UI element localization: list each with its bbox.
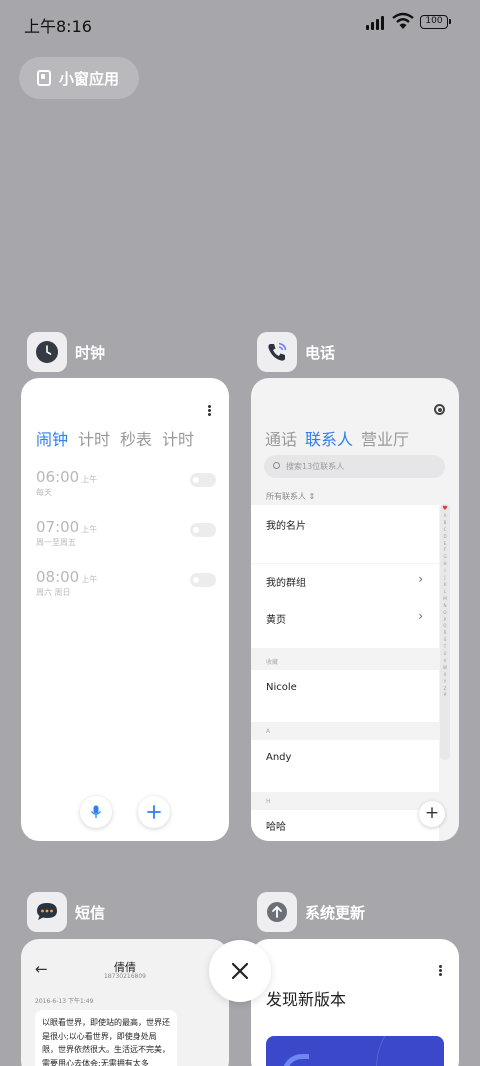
favorites-heart-icon: ♥	[442, 505, 448, 512]
message-timestamp: 2016-6-13 下午1:49	[35, 998, 94, 1005]
tab-calls[interactable]: 通话	[265, 426, 297, 450]
search-icon	[273, 462, 280, 469]
sms-app-icon	[27, 892, 67, 932]
alphabet-index-scrollbar[interactable]: ♥ A B C D E F G H I J K L M N O P Q R S …	[440, 504, 450, 760]
contact-name: 哈哈	[266, 822, 286, 833]
message-bubble: 以眼看世界，即使站的最高，世界还是很小;以心看世界，即使身处局限，世界依然很大。…	[35, 1010, 177, 1066]
contacts-filter[interactable]: 所有联系人 ⇕	[266, 491, 315, 502]
settings-gear-icon[interactable]	[434, 404, 445, 415]
section-letter-a: A	[266, 728, 271, 735]
version-banner-image	[266, 1036, 444, 1066]
alarm-ampm: 上午	[81, 575, 98, 584]
upload-arrow-icon	[267, 902, 287, 922]
wifi-icon	[392, 12, 414, 29]
tab-service-hall[interactable]: 营业厅	[361, 426, 409, 450]
search-placeholder: 搜索13位联系人	[286, 462, 345, 471]
groups-and-pages: 我的群组 › 黄页 ›	[251, 564, 439, 648]
phone-app-name: 电话	[305, 343, 336, 362]
voice-alarm-button[interactable]	[80, 796, 112, 828]
contacts-filter-label: 所有联系人	[266, 492, 306, 501]
phone-app-header[interactable]: 电话	[257, 332, 335, 372]
more-options-icon[interactable]	[208, 405, 211, 416]
sms-app-card[interactable]: ← 倩倩 18730216809 2016-6-13 下午1:49 以眼看世界，…	[21, 939, 229, 1066]
plus-icon	[147, 805, 161, 819]
tab-timer[interactable]: 计时	[162, 426, 194, 450]
alarm-toggle[interactable]	[190, 473, 216, 487]
microphone-icon	[90, 805, 102, 818]
clock-app-name: 时钟	[75, 343, 106, 362]
favorites-section-label: 收藏	[266, 659, 279, 666]
alarm-toggle[interactable]	[190, 573, 216, 587]
update-app-card[interactable]: 发现新版本	[251, 939, 459, 1066]
sms-app-header[interactable]: 短信	[27, 892, 105, 932]
alarm-item[interactable]: 06:00 上午 每天	[36, 467, 216, 503]
my-groups-label: 我的群组	[266, 578, 306, 589]
status-bar: 上午8:16 100	[0, 0, 480, 44]
my-card-row[interactable]: 我的名片	[251, 505, 439, 563]
alarm-days: 周六 周日	[36, 588, 71, 597]
phone-app-icon	[257, 332, 297, 372]
alarm-time: 06:00	[36, 468, 80, 486]
alarm-item[interactable]: 07:00 上午 周一至周五	[36, 517, 216, 553]
clear-all-close-button[interactable]	[209, 940, 271, 1002]
more-options-icon[interactable]	[439, 965, 442, 976]
phone-tabs: 通话 联系人 营业厅	[265, 426, 409, 450]
alarm-days: 每天	[36, 488, 52, 497]
conversation-contact-number: 18730216809	[104, 973, 146, 980]
status-time: 上午8:16	[24, 17, 92, 36]
battery-level: 100	[425, 16, 443, 26]
alarm-time: 07:00	[36, 518, 80, 536]
my-card-label: 我的名片	[266, 521, 306, 532]
contact-row[interactable]: Nicole	[251, 670, 439, 722]
small-window-label: 小窗应用	[59, 69, 120, 88]
update-app-header[interactable]: 系统更新	[257, 892, 365, 932]
my-groups-row[interactable]: 我的群组	[266, 574, 306, 589]
update-app-icon	[257, 892, 297, 932]
chevron-right-icon: ›	[418, 572, 423, 586]
section-letter-h: H	[266, 798, 271, 805]
alarm-toggle[interactable]	[190, 523, 216, 537]
tab-clock[interactable]: 计时	[78, 426, 110, 450]
update-app-name: 系统更新	[305, 903, 366, 922]
update-title: 发现新版本	[266, 990, 347, 1009]
close-icon	[231, 962, 249, 980]
battery-icon: 100	[420, 15, 451, 29]
yellow-pages-row[interactable]: 黄页	[266, 611, 286, 626]
tab-contacts[interactable]: 联系人	[305, 426, 353, 450]
small-window-icon	[37, 70, 51, 86]
yellow-pages-label: 黄页	[266, 615, 286, 626]
contact-name: Andy	[266, 752, 292, 763]
index-letters: A B C D E F G H I J K L M N O P Q R S T …	[443, 512, 447, 698]
clock-icon	[36, 341, 58, 363]
alarm-ampm: 上午	[81, 475, 98, 484]
tab-alarm[interactable]: 闹钟	[36, 426, 68, 450]
contact-search-input[interactable]: 搜索13位联系人	[264, 455, 445, 478]
phone-icon	[268, 342, 287, 361]
add-contact-button[interactable]: +	[419, 801, 445, 827]
clock-app-header[interactable]: 时钟	[27, 332, 105, 372]
contact-name: Nicole	[266, 682, 297, 693]
clock-app-icon	[27, 332, 67, 372]
sms-app-name: 短信	[75, 903, 106, 922]
chevron-right-icon: ›	[418, 609, 423, 623]
signal-icon	[366, 15, 388, 30]
contact-row[interactable]: Andy	[251, 740, 439, 792]
alarm-item[interactable]: 08:00 上午 周六 周日	[36, 567, 216, 603]
phone-app-card[interactable]: 通话 联系人 营业厅 搜索13位联系人 所有联系人 ⇕ 我的名片 我的群组 › …	[251, 378, 459, 841]
alarm-days: 周一至周五	[36, 538, 76, 547]
tab-stopwatch[interactable]: 秒表	[120, 426, 152, 450]
message-bubble-icon	[37, 903, 57, 920]
contact-row[interactable]: 哈哈	[251, 810, 439, 841]
add-alarm-button[interactable]	[138, 796, 170, 828]
small-window-apps-button[interactable]: 小窗应用	[19, 57, 139, 99]
alarm-time: 08:00	[36, 568, 80, 586]
clock-app-card[interactable]: 闹钟 计时 秒表 计时 06:00 上午 每天 07:00 上午 周一至周五 08:…	[21, 378, 229, 841]
alarm-ampm: 上午	[81, 525, 98, 534]
clock-tabs: 闹钟 计时 秒表 计时	[36, 426, 194, 450]
